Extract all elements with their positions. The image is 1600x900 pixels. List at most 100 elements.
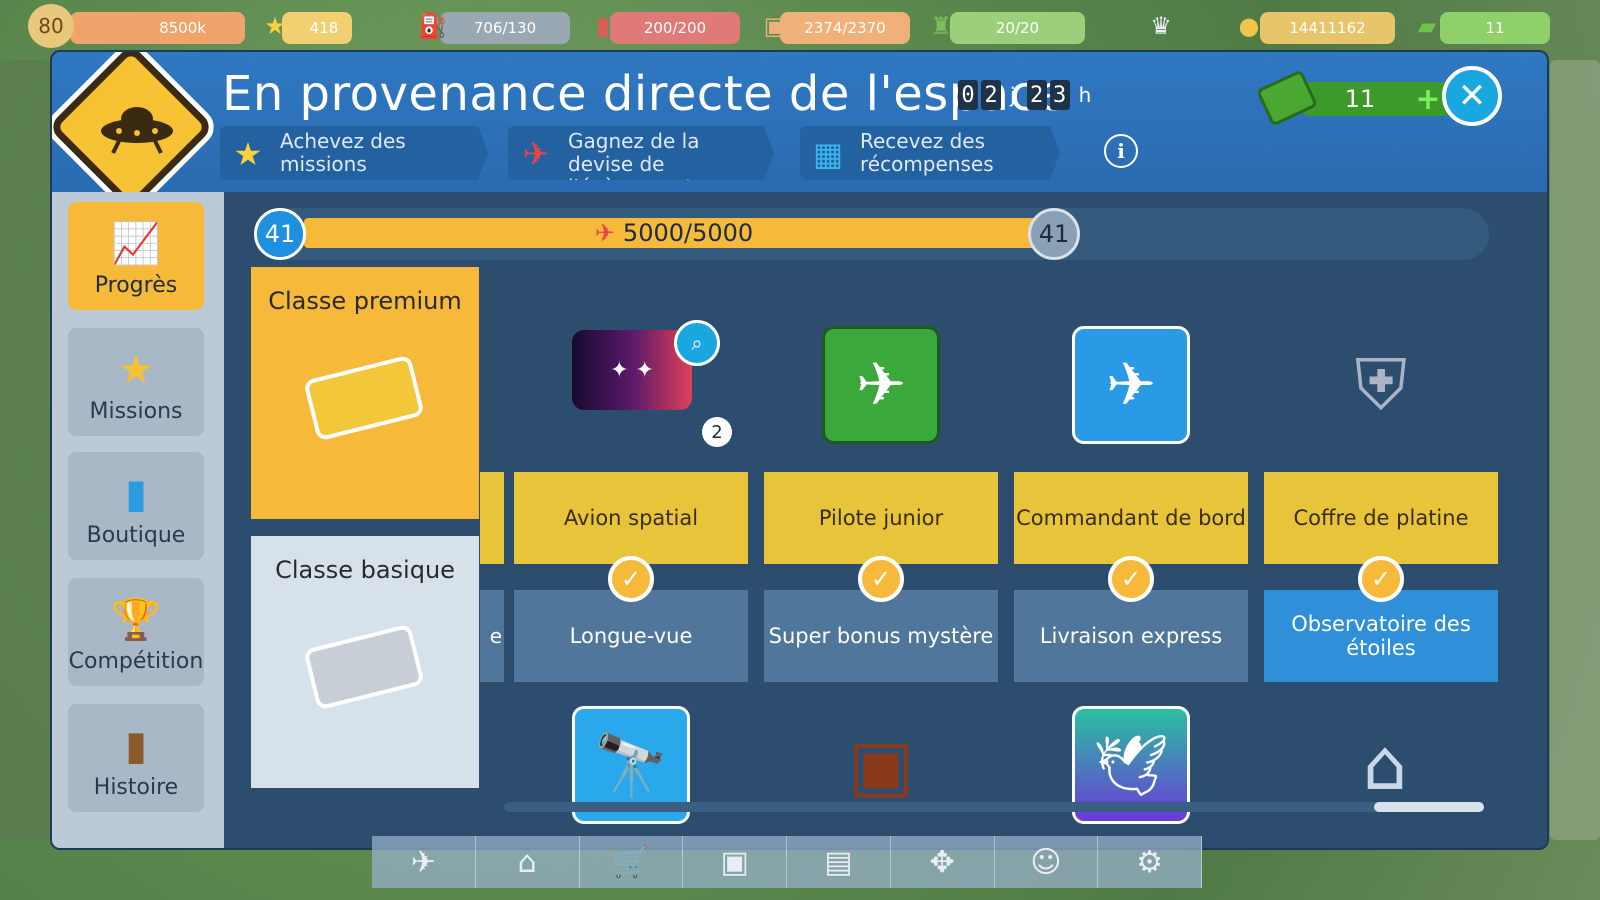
fuel-icon: ⛽ <box>418 12 448 40</box>
cash-bar: 11 <box>1440 12 1550 44</box>
step-label: Gagnez de la devise de l'évènement <box>568 129 700 199</box>
xp-value: 8500k <box>159 19 206 37</box>
timer-digit: 0 <box>958 80 978 110</box>
stars-value: 418 <box>309 19 339 37</box>
tab-story[interactable]: ▮ Histoire <box>68 704 204 812</box>
staff-icon[interactable]: ☺ <box>994 836 1099 888</box>
timer-digit: 3 <box>1049 80 1070 110</box>
event-title: En provenance directe de l'espace <box>222 66 1067 122</box>
platinum-chest-icon[interactable]: ⛨ <box>1322 326 1440 444</box>
basic-class-box: Classe basique <box>251 536 479 788</box>
quantity-badge: 2 <box>702 417 732 447</box>
chart-icon: 📈 <box>111 221 161 267</box>
add-cash-button[interactable]: + <box>1414 85 1442 115</box>
cash-icon[interactable]: ▰ <box>1404 4 1450 48</box>
check-icon: ✓ <box>858 556 904 602</box>
zoom-icon[interactable]: ⌕ <box>674 320 720 366</box>
step-missions: ★ Achevez des missions <box>220 126 488 180</box>
ray-gun-icon: ✈ <box>594 219 615 247</box>
progress-bar: ✈ 5000/5000 <box>304 218 1044 248</box>
event-timer: 0 2 j 2 3 h <box>958 80 1099 110</box>
gas-bar: 200/200 <box>610 12 740 44</box>
partial-basic-reward: e <box>480 590 504 682</box>
sidebar: 📈 Progrès ★ Missions ▮ Boutique 🏆 Compét… <box>52 192 224 848</box>
progress-label: 5000/5000 <box>622 219 754 247</box>
tab-label: Compétition <box>68 649 204 674</box>
step-rewards: ▦ Recevez des récompenses <box>800 126 1060 180</box>
progress-track: ✈ 5000/5000 41 41 <box>254 208 1489 260</box>
timer-unit-hours: h <box>1078 83 1092 107</box>
check-icon: ✓ <box>608 556 654 602</box>
basic-class-label: Classe basique <box>275 556 455 584</box>
info-button[interactable]: i <box>1104 134 1138 168</box>
bottom-toolbar: ✈ ⌂ 🛒 ▣ ▤ ✥ ☺ ⚙ <box>372 836 1202 888</box>
crew-value: 20/20 <box>995 19 1040 37</box>
book-icon: ▮ <box>124 723 147 769</box>
tab-shop[interactable]: ▮ Boutique <box>68 452 204 560</box>
crew-icon: ♜ <box>930 12 952 40</box>
crew-bar: 20/20 <box>950 12 1085 44</box>
hangar-icon[interactable]: ⌂ <box>475 836 580 888</box>
move-icon[interactable]: ✥ <box>890 836 995 888</box>
crown-icon[interactable]: ♛ <box>1138 4 1184 48</box>
fuel-value: 706/130 <box>473 19 537 37</box>
tab-missions[interactable]: ★ Missions <box>68 328 204 436</box>
background-scenery <box>1550 60 1600 840</box>
crate-icon[interactable]: ▣ <box>683 836 787 888</box>
coins-bar: 14411162 <box>1260 12 1395 44</box>
cargo-icon: ▣ <box>763 12 787 40</box>
gas-can-icon: ▮ <box>596 12 610 40</box>
timer-unit-days: j <box>1010 83 1016 107</box>
shop-cart-icon[interactable]: 🛒 <box>579 836 684 888</box>
premium-reward-card[interactable]: Pilote junior <box>764 472 998 564</box>
ray-gun-icon: ✈ <box>522 135 550 173</box>
cash-value: 11 <box>1344 85 1376 113</box>
fuel-bar: 706/130 <box>440 12 570 44</box>
level-icon[interactable]: 80 <box>28 4 74 48</box>
progress-content: ✈ 5000/5000 41 41 Classe premium Classe … <box>224 192 1547 848</box>
step-label: Achevez des missions <box>280 129 406 176</box>
xp-bar: 8500k <box>70 12 245 44</box>
event-panel: En provenance directe de l'espace 0 2 j … <box>52 52 1547 848</box>
premium-class-box: Classe premium <box>251 267 479 519</box>
premium-reward-card[interactable]: Commandant de bord <box>1014 472 1248 564</box>
coin-icon[interactable]: ● <box>1226 4 1272 48</box>
settings-icon[interactable]: ⚙ <box>1098 836 1202 888</box>
basic-reward-card[interactable]: Longue-vue <box>514 590 748 682</box>
cash-top-value: 11 <box>1485 19 1505 37</box>
step-currency: ✈ Gagnez de la devise de l'évènement <box>508 126 774 180</box>
plane-calendar-icon[interactable]: ✈ <box>1072 326 1190 444</box>
premium-reward-card[interactable]: Coffre de platine <box>1264 472 1498 564</box>
world-map-icon[interactable]: ✈ <box>372 836 476 888</box>
coins-value: 14411162 <box>1289 19 1366 37</box>
basic-reward-card[interactable]: Super bonus mystère <box>764 590 998 682</box>
background-scenery <box>0 60 50 840</box>
partial-premium-reward <box>480 472 504 564</box>
level-start-badge: 41 <box>254 208 306 260</box>
check-icon: ✓ <box>1108 556 1154 602</box>
premium-class-label: Classe premium <box>268 287 462 315</box>
star-icon: ★ <box>118 347 154 393</box>
timer-digit: 2 <box>981 80 1001 110</box>
chest-icon[interactable]: ▤ <box>787 836 891 888</box>
tab-competition[interactable]: 🏆 Compétition <box>68 578 204 686</box>
silver-ticket-icon <box>303 623 425 711</box>
close-button[interactable]: ✕ <box>1442 66 1502 126</box>
partial-basic-label: e <box>489 624 502 648</box>
tab-progress[interactable]: 📈 Progrès <box>68 202 204 310</box>
tab-label: Histoire <box>93 775 179 800</box>
basic-reward-card[interactable]: Livraison express <box>1014 590 1248 682</box>
premium-reward-card[interactable]: Avion spatial <box>514 472 748 564</box>
scrollbar-thumb[interactable] <box>1374 802 1484 812</box>
gold-ticket-icon <box>303 354 425 442</box>
shopping-bag-icon: ▮ <box>124 471 147 517</box>
plane-star-icon[interactable]: ✈ <box>822 326 940 444</box>
cargo-value: 2374/2370 <box>804 19 886 37</box>
gift-icon: ▦ <box>812 135 844 173</box>
timer-digit: 2 <box>1026 80 1047 110</box>
basic-reward-card[interactable]: Observatoire des étoiles <box>1264 590 1498 682</box>
level-value: 80 <box>38 14 64 38</box>
gas-value: 200/200 <box>643 19 707 37</box>
resource-bar: 8500k 80 418 ★ 706/130 ⛽ 200/200 ▮ 2374/… <box>0 0 1600 52</box>
horizontal-scrollbar[interactable] <box>504 802 1484 812</box>
